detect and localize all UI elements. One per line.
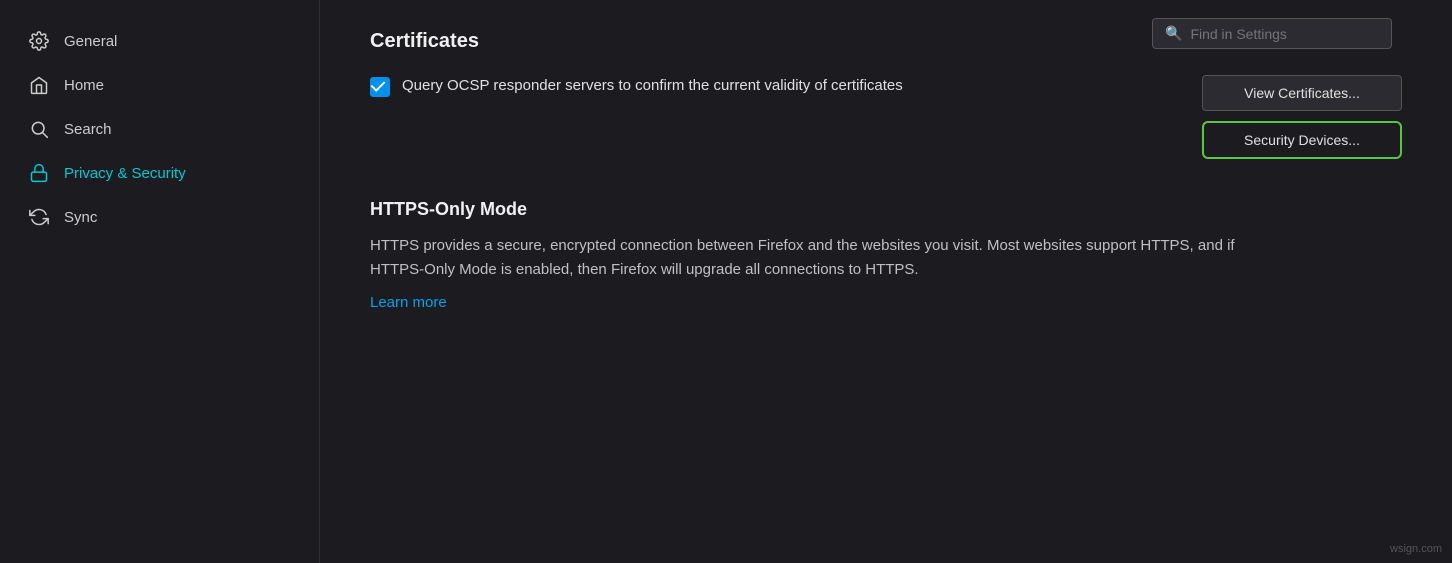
watermark: wsign.com <box>1390 543 1442 555</box>
sidebar-item-sync[interactable]: Sync <box>0 196 319 238</box>
sidebar-item-home[interactable]: Home <box>0 64 319 106</box>
search-icon <box>28 118 50 140</box>
sidebar-item-privacy-security-label: Privacy & Security <box>64 165 186 182</box>
ocsp-checkbox[interactable] <box>370 77 390 97</box>
main-content: 🔍 Certificates Query OCSP responder serv… <box>320 0 1452 563</box>
gear-icon <box>28 30 50 52</box>
sidebar-item-general[interactable]: General <box>0 20 319 62</box>
certificates-row: Query OCSP responder servers to confirm … <box>370 75 1402 159</box>
cert-left-col: Query OCSP responder servers to confirm … <box>370 75 903 98</box>
sidebar-item-home-label: Home <box>64 77 104 94</box>
sidebar-item-search[interactable]: Search <box>0 108 319 150</box>
certificates-section: Certificates Query OCSP responder server… <box>370 30 1402 159</box>
sidebar-item-general-label: General <box>64 33 117 50</box>
view-certificates-button[interactable]: View Certificates... <box>1202 75 1402 111</box>
sync-icon <box>28 206 50 228</box>
ocsp-checkbox-wrapper[interactable] <box>370 77 390 97</box>
ocsp-label: Query OCSP responder servers to confirm … <box>402 75 903 98</box>
sidebar-item-search-label: Search <box>64 121 112 138</box>
https-only-section: HTTPS-Only Mode HTTPS provides a secure,… <box>370 199 1402 312</box>
learn-more-link[interactable]: Learn more <box>370 294 447 311</box>
find-in-settings-bar[interactable]: 🔍 <box>1152 18 1392 49</box>
find-in-settings-input[interactable] <box>1190 26 1379 42</box>
security-devices-button[interactable]: Security Devices... <box>1202 121 1402 159</box>
lock-icon <box>28 162 50 184</box>
https-only-title: HTTPS-Only Mode <box>370 199 1402 220</box>
https-only-description: HTTPS provides a secure, encrypted conne… <box>370 234 1270 282</box>
sidebar-item-sync-label: Sync <box>64 209 97 226</box>
home-icon <box>28 74 50 96</box>
sidebar: General Home Search Privacy & Security <box>0 0 320 563</box>
sidebar-item-privacy-security[interactable]: Privacy & Security <box>0 152 319 194</box>
find-search-icon: 🔍 <box>1165 25 1182 42</box>
cert-buttons-col: View Certificates... Security Devices... <box>1202 75 1402 159</box>
